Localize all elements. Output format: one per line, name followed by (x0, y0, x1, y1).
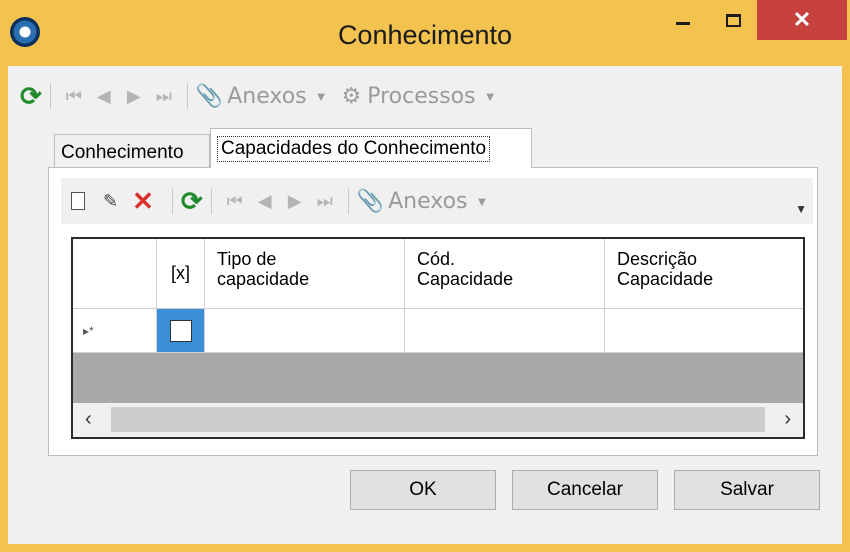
title-bar[interactable]: Conhecimento ✕ (0, 0, 850, 66)
last-record-icon[interactable]: ⏭ (310, 191, 340, 212)
chevron-down-icon: ▼ (475, 193, 489, 209)
column-header-line: Capacidade (417, 269, 514, 289)
close-button[interactable]: ✕ (757, 0, 847, 40)
next-record-icon[interactable]: ▶ (119, 86, 149, 107)
row-header-corner (73, 239, 157, 309)
grid-header: [x] Tipo de capacidade Cód. Capacidade D… (73, 239, 803, 309)
tipo-de-capacidade-cell[interactable] (205, 309, 405, 353)
column-header-select[interactable]: [x] (157, 239, 205, 309)
tab-panel: ✎ ✕ ⟳ ⏮ ◀ ▶ ⏭ 📎 Anexos ▼ ▼ [x] Tipo de c… (48, 167, 818, 456)
anexos-dropdown[interactable]: 📎 Anexos ▼ (196, 83, 328, 109)
anexos-label: Anexos (388, 188, 468, 214)
refresh-icon[interactable]: ⟳ (20, 81, 42, 112)
save-button[interactable]: Salvar (674, 470, 820, 510)
chevron-down-icon: ▼ (314, 88, 328, 104)
toolbar-separator (186, 83, 188, 109)
delete-icon[interactable]: ✕ (132, 186, 154, 217)
tab-conhecimento[interactable]: Conhecimento (54, 134, 210, 170)
row-checkbox[interactable] (169, 319, 192, 342)
previous-record-icon[interactable]: ◀ (89, 86, 119, 107)
minimize-icon (676, 21, 690, 25)
grid-toolbar: ✎ ✕ ⟳ ⏮ ◀ ▶ ⏭ 📎 Anexos ▼ ▼ (61, 178, 813, 224)
column-header-line: Cód. (417, 249, 456, 269)
processos-dropdown[interactable]: ⚙ Processos ▼ (327, 83, 496, 109)
first-record-icon[interactable]: ⏮ (220, 191, 250, 212)
scrollbar-thumb[interactable] (111, 407, 765, 432)
paperclip-icon: 📎 (195, 83, 224, 108)
paperclip-icon: 📎 (356, 188, 385, 213)
new-record-icon[interactable] (71, 192, 85, 210)
anexos-dropdown[interactable]: 📎 Anexos ▼ (357, 188, 489, 214)
main-toolbar: ⟳ ⏮ ◀ ▶ ⏭ 📎 Anexos ▼ ⚙ Processos ▼ (20, 72, 496, 120)
first-record-icon[interactable]: ⏮ (59, 86, 89, 107)
toolbar-separator (49, 83, 51, 109)
column-header-line: Capacidade (617, 269, 714, 289)
dialog-body: ⟳ ⏮ ◀ ▶ ⏭ 📎 Anexos ▼ ⚙ Processos ▼ Conhe… (8, 66, 842, 544)
close-icon: ✕ (792, 7, 812, 32)
scroll-left-icon[interactable]: ‹ (85, 408, 92, 431)
column-header-line: Tipo de (217, 249, 277, 269)
toolbar-separator (210, 188, 212, 214)
chevron-down-icon: ▼ (483, 88, 497, 104)
column-header-cod-capacidade[interactable]: Cód. Capacidade (405, 239, 605, 309)
tab-capacidades-do-conhecimento[interactable]: Capacidades do Conhecimento (210, 128, 532, 168)
gear-icon: ⚙ (341, 83, 362, 108)
horizontal-scrollbar[interactable]: ‹ › (73, 403, 803, 437)
cod-capacidade-cell[interactable] (405, 309, 605, 353)
new-row[interactable]: ▸* (73, 309, 803, 353)
scroll-right-icon[interactable]: › (784, 408, 791, 431)
select-cell[interactable] (157, 309, 205, 353)
window: Conhecimento ✕ ⟳ ⏮ ◀ ▶ ⏭ 📎 Anexos ▼ ⚙ Pr… (0, 0, 850, 552)
processos-label: Processos (367, 83, 476, 109)
column-header-line: capacidade (217, 269, 310, 289)
maximize-button[interactable] (710, 0, 756, 40)
toolbar-overflow-icon[interactable]: ▼ (795, 202, 807, 216)
cancel-button[interactable]: Cancelar (512, 470, 658, 510)
tab-label: Capacidades do Conhecimento (217, 135, 491, 162)
column-header-descricao-capacidade[interactable]: Descrição Capacidade (605, 239, 803, 309)
refresh-icon[interactable]: ⟳ (181, 186, 203, 217)
descricao-capacidade-cell[interactable] (605, 309, 803, 353)
column-header-tipo-de-capacidade[interactable]: Tipo de capacidade (205, 239, 405, 309)
column-header-line: Descrição (617, 249, 698, 269)
ok-button[interactable]: OK (350, 470, 496, 510)
toolbar-separator (171, 188, 173, 214)
previous-record-icon[interactable]: ◀ (250, 191, 280, 212)
tab-label: Conhecimento (61, 141, 184, 163)
last-record-icon[interactable]: ⏭ (149, 86, 179, 107)
anexos-label: Anexos (227, 83, 307, 109)
toolbar-separator (347, 188, 349, 214)
edit-icon[interactable]: ✎ (103, 191, 118, 212)
new-row-indicator: ▸* (73, 309, 157, 353)
next-record-icon[interactable]: ▶ (280, 191, 310, 212)
minimize-button[interactable] (660, 0, 706, 40)
maximize-icon (725, 13, 741, 27)
data-grid[interactable]: [x] Tipo de capacidade Cód. Capacidade D… (71, 237, 805, 439)
